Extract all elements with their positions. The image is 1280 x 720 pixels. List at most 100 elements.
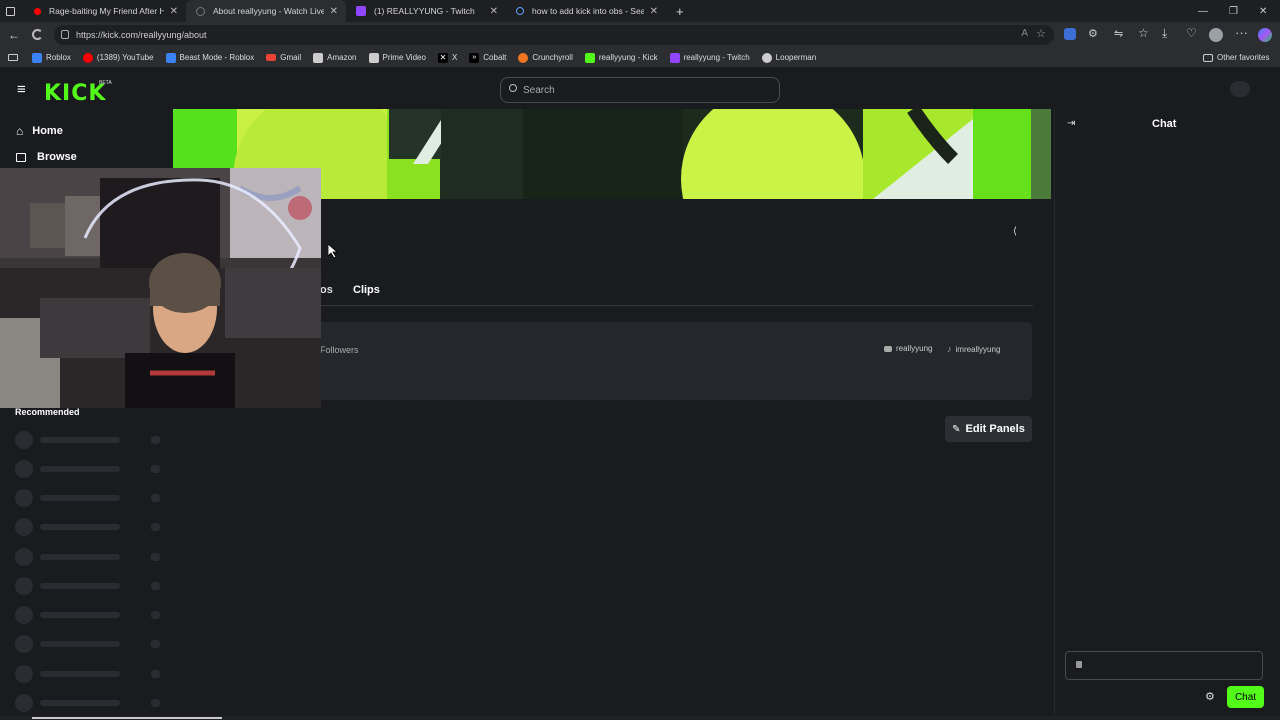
bookmark-amazon[interactable]: Amazon xyxy=(313,52,357,63)
collapse-chat-icon[interactable]: ⇥ xyxy=(1067,118,1075,129)
tab-title: Rage-baiting My Friend After He xyxy=(49,6,164,16)
close-tab-icon[interactable]: ✕ xyxy=(490,6,498,17)
hamburger-menu-icon[interactable]: ≡ xyxy=(17,81,26,98)
minimize-button[interactable]: ― xyxy=(1198,0,1208,22)
browser-tab-3[interactable]: (1) REALLYYUNG - Twitch ✕ xyxy=(346,0,506,22)
other-favorites-folder[interactable]: Other favorites xyxy=(1203,53,1269,62)
discord-link[interactable]: reallyyung xyxy=(884,344,932,353)
plus-icon: + xyxy=(676,3,684,19)
address-toolbar: ← https://kick.com/reallyyung/about A ☆ … xyxy=(0,22,1280,48)
roblox-icon xyxy=(32,52,42,63)
bookmark-crunchyroll[interactable]: Crunchyroll xyxy=(518,52,573,63)
taskbar-strip xyxy=(0,716,1280,720)
youtube-icon xyxy=(82,52,93,63)
address-bar[interactable]: https://kick.com/reallyyung/about A ☆ xyxy=(54,25,1054,45)
back-arrow-icon[interactable]: ← xyxy=(8,28,20,42)
download-icon[interactable]: ⤓ xyxy=(1162,26,1167,41)
crunchyroll-icon xyxy=(518,52,529,63)
more-menu-icon[interactable]: ··· xyxy=(1235,25,1248,40)
browser-tab-2[interactable]: About reallyyung - Watch Live on ✕ xyxy=(186,0,346,22)
bookmark-cobalt[interactable]: » Cobalt xyxy=(469,52,506,63)
bookmark-prime-video[interactable]: Prime Video xyxy=(368,52,426,63)
tab-title: (1) REALLYYUNG - Twitch xyxy=(374,6,475,16)
search-icon xyxy=(509,84,517,92)
bookmark-twitch[interactable]: reallyyung - Twitch xyxy=(669,52,750,63)
list-item-skeleton xyxy=(15,635,165,653)
list-item-skeleton xyxy=(15,665,165,683)
loading-spinner-icon[interactable] xyxy=(32,29,43,40)
list-item-skeleton xyxy=(15,548,165,566)
twitch-favicon-icon xyxy=(356,6,366,16)
tablet-icon[interactable] xyxy=(8,54,18,61)
split-screen-icon[interactable]: ⇋ xyxy=(1114,27,1123,40)
twitch-icon xyxy=(669,52,680,63)
close-tab-icon[interactable]: ✕ xyxy=(650,6,658,17)
loading-favicon-icon xyxy=(196,6,205,16)
favorites-icon[interactable]: ☆ xyxy=(1138,26,1149,40)
list-item-skeleton xyxy=(15,577,165,595)
copilot-icon[interactable] xyxy=(1258,28,1272,42)
search-favicon-icon xyxy=(516,7,524,15)
list-item-skeleton xyxy=(15,431,165,449)
chat-settings-gear-icon[interactable]: ⚙ xyxy=(1205,690,1215,703)
tab-clips[interactable]: Clips xyxy=(353,284,380,296)
webcam-photo xyxy=(0,168,321,408)
beta-badge: BETA xyxy=(99,80,112,86)
browse-icon xyxy=(16,152,26,162)
browser-essentials-icon[interactable]: ♡ xyxy=(1186,26,1197,40)
extension-icon[interactable] xyxy=(1064,28,1076,40)
read-aloud-icon[interactable]: A xyxy=(1021,28,1028,39)
restore-button[interactable]: ❐ xyxy=(1229,0,1238,22)
tiktok-link[interactable]: ♪ imreallyyung xyxy=(947,344,1000,354)
bookmark-youtube[interactable]: (1389) YouTube xyxy=(82,52,154,63)
pencil-icon: ✎ xyxy=(952,423,961,435)
close-tab-icon[interactable]: ✕ xyxy=(170,6,178,17)
bookmark-x[interactable]: ✕ X xyxy=(437,52,457,63)
tab-title: About reallyyung - Watch Live on xyxy=(213,6,324,16)
bookmark-looperman[interactable]: Looperman xyxy=(761,52,816,63)
tiktok-icon: ♪ xyxy=(947,344,952,354)
search-input[interactable]: Search xyxy=(500,77,780,103)
tab-actions-button[interactable] xyxy=(0,0,24,22)
close-tab-icon[interactable]: ✕ xyxy=(330,6,338,17)
url-text: https://kick.com/reallyyung/about xyxy=(76,30,207,40)
search-placeholder: Search xyxy=(523,84,555,96)
close-window-button[interactable]: ✕ xyxy=(1259,0,1267,22)
list-item-skeleton xyxy=(15,489,165,507)
lock-icon xyxy=(1076,661,1082,668)
user-avatar[interactable] xyxy=(1230,81,1250,97)
edit-panels-button[interactable]: ✎ Edit Panels xyxy=(945,416,1032,442)
send-chat-button[interactable]: Chat xyxy=(1227,686,1264,708)
roblox-icon xyxy=(165,52,176,63)
recommended-heading: Recommended xyxy=(15,407,80,417)
sidebar-item-home[interactable]: ⌂ Home xyxy=(16,124,63,138)
chat-input[interactable] xyxy=(1065,651,1263,680)
bookmark-beast-mode[interactable]: Beast Mode - Roblox xyxy=(165,52,254,63)
amazon-icon xyxy=(313,52,324,63)
browser-tab-1[interactable]: Rage-baiting My Friend After He ✕ xyxy=(24,0,186,22)
bookmark-roblox[interactable]: Roblox xyxy=(32,52,71,63)
bookmark-gmail[interactable]: Gmail xyxy=(266,53,301,62)
new-tab-button[interactable]: + xyxy=(666,0,690,22)
folder-icon xyxy=(1203,53,1213,62)
share-icon[interactable]: ⟨ xyxy=(1013,226,1017,237)
chat-title: Chat xyxy=(1152,118,1177,130)
favorite-star-icon[interactable]: ☆ xyxy=(1036,27,1046,40)
followers-label: Followers xyxy=(320,345,359,355)
progress-indicator xyxy=(32,717,222,719)
sidebar-item-browse[interactable]: Browse xyxy=(16,151,77,163)
tab-videos[interactable]: os xyxy=(320,284,333,296)
browser-tab-4[interactable]: how to add kick into obs - Search ✕ xyxy=(506,0,666,22)
home-icon: ⌂ xyxy=(16,124,24,138)
looperman-icon xyxy=(761,52,772,63)
site-info-icon[interactable] xyxy=(61,30,69,39)
mouse-cursor-icon xyxy=(328,244,338,258)
favorites-bar: Roblox (1389) YouTube Beast Mode - Roblo… xyxy=(0,48,1280,68)
cobalt-icon: » xyxy=(469,52,480,63)
bookmark-kick[interactable]: reallyyung - Kick xyxy=(584,52,658,63)
profile-avatar-icon[interactable] xyxy=(1209,28,1223,42)
kick-logo[interactable]: KICK xyxy=(44,81,106,106)
puzzle-extensions-icon[interactable]: ⚙ xyxy=(1088,27,1098,40)
list-item-skeleton xyxy=(15,518,165,536)
prime-video-icon xyxy=(368,52,379,63)
